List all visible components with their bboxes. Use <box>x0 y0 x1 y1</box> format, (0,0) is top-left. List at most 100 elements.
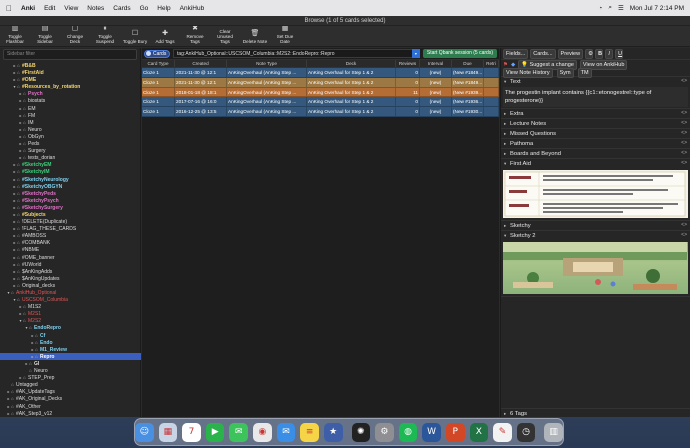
calendar-icon[interactable]: 7 <box>182 422 201 442</box>
gear-icon[interactable]: ⚙ <box>585 48 594 59</box>
toolbar-remove-tags-button[interactable]: ✖ Remove Tags <box>182 25 208 44</box>
sidebar-item[interactable]: ▸ ⌂ #B&B <box>0 62 141 69</box>
clock-icon[interactable]: ◷ <box>516 422 536 442</box>
sidebar-item[interactable]: ▸ ⌂ #SketchyNeurology <box>0 176 141 183</box>
toolbar-toggle-sidebar-button[interactable]: ▤ Toggle Sidebar <box>32 25 58 44</box>
sidebar-item[interactable]: ▸ ⌂ STEP_Prep <box>0 374 141 381</box>
text-field-editor[interactable]: The progestin implant contains {{c1::eto… <box>503 87 688 107</box>
tm-button[interactable]: TM <box>577 67 592 78</box>
code-icon[interactable]: <> <box>681 149 687 158</box>
sidebar-item[interactable]: ▸ ⌂ $AnKingAdds <box>0 268 141 275</box>
sidebar-item[interactable]: ▾ ⌂ #Resources_by_rotation <box>0 83 141 90</box>
sidebar-item[interactable]: ⌂ Neuro <box>0 367 141 374</box>
sidebar-item[interactable]: ▸ ⌂ #SketchySurgery <box>0 204 141 211</box>
control-center-icon[interactable]: ☰ <box>618 4 624 12</box>
messages-icon[interactable]: ✉ <box>229 422 249 442</box>
sidebar-item[interactable]: ⌂ Untagged <box>0 381 141 388</box>
table-row[interactable]: Cloze 1 2016-12-25 @ 13:5 AnKingOverhaul (… <box>142 107 499 117</box>
trash-icon[interactable]: ▥ <box>544 422 563 442</box>
ankihub-flag-icon[interactable]: ⚑ <box>503 62 508 68</box>
menu-edit[interactable]: Edit <box>44 5 55 12</box>
sidebar-item[interactable]: ▸ ⌂ GI <box>0 360 141 367</box>
code-icon[interactable]: <> <box>681 159 687 168</box>
column-header[interactable]: Created <box>175 60 227 67</box>
toolbar-set-due-date-button[interactable]: ▦ Set Due Date <box>272 25 298 44</box>
menu-app-name[interactable]: Anki <box>21 5 35 12</box>
sidebar-item[interactable]: ▾ ⌂ EndoRepro <box>0 324 141 331</box>
sidebar-item[interactable]: ▸ ⌂ #AMBOSS <box>0 232 141 239</box>
chevron-down-icon[interactable]: ▾ <box>411 49 420 58</box>
code-icon[interactable]: <> <box>681 139 687 148</box>
anki-icon[interactable]: ★ <box>323 422 343 442</box>
field-header[interactable]: ▾ First Aid <> <box>501 159 690 168</box>
mail-icon[interactable]: ✉ <box>276 422 296 442</box>
toolbar-toggle-flashbar-button[interactable]: ▥ Toggle Flashbar <box>2 25 28 44</box>
sidebar-item[interactable]: ▸ ⌂ Endo <box>0 339 141 346</box>
sidebar-filter-input[interactable]: Sidebar filter <box>3 49 137 60</box>
sidebar-item[interactable]: ▾ ⌂ AnkiHub_Optional <box>0 289 141 296</box>
sidebar-item[interactable]: ▸ ⌂ biostats <box>0 97 141 104</box>
sidebar-item[interactable]: ▸ ⌂ Psych <box>0 90 141 97</box>
sym-button[interactable]: Sym <box>556 67 574 78</box>
sidebar-item[interactable]: ▸ ⌂ M2S1 <box>0 310 141 317</box>
menu-view[interactable]: View <box>64 5 78 12</box>
search-icon[interactable]: ⌕ <box>608 4 612 12</box>
column-header[interactable]: Retri <box>484 60 499 67</box>
table-row[interactable]: Cloze 1 2021-11-30 @ 12:1 AnKingOverhaul (… <box>142 77 499 88</box>
launchpad-icon[interactable]: ▦ <box>158 422 178 442</box>
word-icon[interactable]: W <box>422 422 441 442</box>
toolbar-change-deck-button[interactable]: ▢ Change Deck <box>62 25 88 44</box>
fields-button[interactable]: Fields... <box>503 48 529 59</box>
column-header[interactable]: Reviews <box>396 60 420 67</box>
code-icon[interactable]: <> <box>681 221 687 230</box>
sidebar-item[interactable]: ▸ ⌂ #Subjects <box>0 211 141 218</box>
menu-help[interactable]: Help <box>157 5 170 12</box>
column-header[interactable]: Note Type <box>227 60 307 67</box>
code-icon[interactable]: <> <box>681 119 687 128</box>
menu-notes[interactable]: Notes <box>87 5 104 12</box>
facetime-icon[interactable]: ▶ <box>205 422 225 442</box>
cards-notes-toggle[interactable]: Cards <box>144 49 170 58</box>
spotify-icon[interactable]: ◍ <box>398 422 418 442</box>
clock-text[interactable]: Mon Jul 7 2:14 PM <box>630 5 684 12</box>
cards-button[interactable]: Cards... <box>530 48 556 59</box>
sidebar-item[interactable]: ▸ ⌂ #AK_Other <box>0 403 141 410</box>
menu-go[interactable]: Go <box>140 5 149 12</box>
italic-icon[interactable]: I <box>605 48 614 59</box>
sidebar-item[interactable]: ▸ ⌂ Neuro <box>0 126 141 133</box>
sidebar-item[interactable]: ▸ ⌂ !FLAG_THESE_CARDS <box>0 225 141 232</box>
finder-icon[interactable]: ☺ <box>135 422 154 442</box>
toolbar-delete-note-button[interactable]: 🗑 Delete Note <box>242 30 268 44</box>
table-row[interactable]: Cloze 1 2021-11-30 @ 12:1 AnKingOverhaul (… <box>142 68 499 78</box>
sidebar-item[interactable]: ▸ ⌂ #SketchyIM <box>0 168 141 175</box>
sidebar-item[interactable]: ▸ ⌂ $AnKingUpdates <box>0 275 141 282</box>
sidebar-item[interactable]: ▾ ⌂ M2S2 <box>0 317 141 324</box>
sidebar-item[interactable]: ▸ ⌂ Surgery <box>0 147 141 154</box>
toolbar-toggle-bury-button[interactable]: ☐ Toggle Bury <box>122 30 148 44</box>
table-row[interactable]: Cloze 1 2018-01-18 @ 18:1 AnKingOverhaul (… <box>142 87 499 98</box>
sidebar-item[interactable]: ▸ ⌂ #OME <box>0 76 141 83</box>
column-header[interactable]: Card Type <box>142 60 175 67</box>
wifi-icon[interactable]: ◔ <box>598 5 602 12</box>
sidebar-item[interactable]: ▸ ⌂ #NBME <box>0 246 141 253</box>
start-qbank-button[interactable]: Start Qbank session (5 cards) <box>422 49 497 58</box>
sidebar-item[interactable]: ▸ ⌂ Cf <box>0 332 141 339</box>
view-note-history-button[interactable]: View Note History <box>503 67 553 78</box>
table-row[interactable]: Cloze 1 2017-07-16 @ 16:0 AnKingOverhaul (… <box>142 97 499 108</box>
sidebar-item[interactable]: ▸ ⌂ #AK_UpdateTags <box>0 388 141 395</box>
field-header[interactable]: ▸ Sketchy <> <box>501 221 690 230</box>
apple-icon[interactable]:  <box>6 4 12 13</box>
sidebar-item[interactable]: ▸ ⌂ #COMBANK <box>0 239 141 246</box>
excel-icon[interactable]: X <box>469 422 489 442</box>
sidebar-item[interactable]: ▸ ⌂ M1_Review <box>0 346 141 353</box>
toolbar-toggle-suspend-button[interactable]: ⏸ Toggle Suspend <box>92 25 118 44</box>
sidebar-item[interactable]: ▸ ⌂ #FirstAid <box>0 69 141 76</box>
code-icon[interactable]: <> <box>681 129 687 138</box>
code-icon[interactable]: <> <box>681 231 687 240</box>
field-header[interactable]: ▸ Pathoma <> <box>501 139 690 148</box>
menu-cards[interactable]: Cards <box>113 5 130 12</box>
bold-icon[interactable]: B <box>595 48 604 59</box>
sidebar-item[interactable]: ▸ ⌂ M1S2 <box>0 303 141 310</box>
search-input[interactable]: tag:AnkiHub_Optional::USCSOM_Columbia::M… <box>173 49 420 58</box>
sidebar-item[interactable]: ▸ ⌂ !DELETE(Duplicate) <box>0 218 141 225</box>
